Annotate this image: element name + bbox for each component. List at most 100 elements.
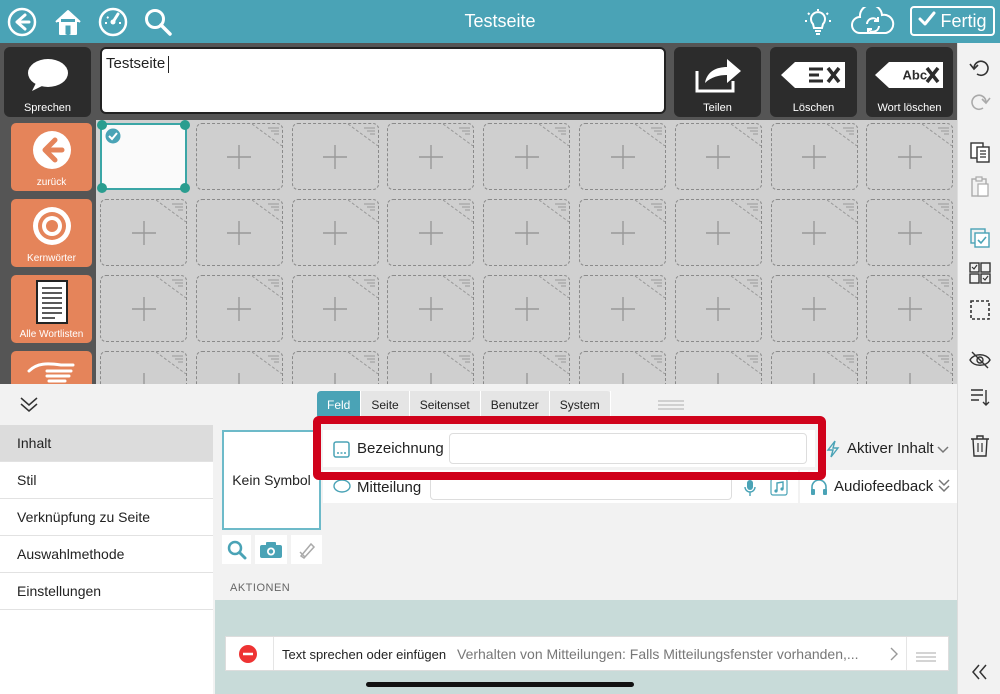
core-words-button[interactable]: Kernwörter: [11, 199, 92, 267]
delete-word-button[interactable]: Abc Wort löschen: [866, 47, 953, 117]
chevron-right-icon[interactable]: [890, 647, 898, 666]
empty-cell[interactable]: [100, 199, 187, 266]
message-bubble-icon: [333, 479, 351, 500]
empty-cell[interactable]: [483, 123, 571, 190]
empty-cell[interactable]: [674, 123, 762, 190]
audio-feedback-label[interactable]: Audiofeedback: [834, 478, 933, 495]
back-button-label: zurück: [36, 177, 67, 188]
editor-side-menu: Inhalt Stil Verknüpfung zu Seite Auswahl…: [0, 425, 213, 694]
resize-handle-top-left[interactable]: [97, 120, 107, 130]
redo-icon[interactable]: [968, 90, 992, 114]
empty-cell[interactable]: [866, 123, 954, 190]
empty-cell[interactable]: [387, 199, 475, 266]
empty-cell[interactable]: [100, 351, 187, 384]
empty-cell[interactable]: [291, 351, 379, 384]
marquee-select-icon[interactable]: [968, 298, 992, 322]
selected-cell[interactable]: [97, 120, 190, 193]
empty-cell[interactable]: [579, 123, 666, 190]
lightning-icon: [826, 440, 840, 463]
resize-handle-top-right[interactable]: [180, 120, 190, 130]
empty-cell[interactable]: [579, 275, 666, 342]
highlight-annotation: [313, 416, 826, 480]
side-menu-item-stil[interactable]: Stil: [0, 462, 213, 499]
tab-system[interactable]: System: [550, 391, 611, 419]
copy-icon[interactable]: [968, 140, 992, 164]
empty-cell[interactable]: [483, 275, 571, 342]
drag-handle-icon[interactable]: [658, 398, 684, 416]
top-bar: Testseite Fertig: [0, 0, 1000, 43]
tab-feld[interactable]: Feld: [317, 391, 362, 419]
empty-cell[interactable]: [195, 351, 283, 384]
delete-button[interactable]: Löschen: [770, 47, 857, 117]
empty-cell[interactable]: [770, 199, 858, 266]
hide-icon[interactable]: [968, 348, 992, 372]
side-menu-item-inhalt[interactable]: Inhalt: [0, 425, 213, 462]
lightbulb-icon[interactable]: [802, 6, 834, 38]
cloud-sync-icon[interactable]: [850, 6, 896, 38]
empty-cell[interactable]: [387, 275, 475, 342]
all-wordlists-button[interactable]: Alle Wortlisten: [11, 275, 92, 343]
empty-cell[interactable]: [387, 351, 475, 384]
side-menu-item-einstellungen[interactable]: Einstellungen: [0, 573, 213, 610]
speak-button[interactable]: Sprechen: [4, 47, 91, 117]
collapse-sidebar-icon[interactable]: [968, 660, 992, 684]
empty-cell[interactable]: [770, 351, 858, 384]
empty-cell[interactable]: [291, 275, 379, 342]
checkmark-icon: [918, 11, 936, 32]
actions-header: AKTIONEN: [230, 582, 291, 594]
empty-cell[interactable]: [770, 123, 858, 190]
done-button[interactable]: Fertig: [910, 6, 995, 36]
empty-cell[interactable]: [866, 275, 954, 342]
empty-cell[interactable]: [483, 351, 571, 384]
collapse-panel-icon[interactable]: [18, 394, 40, 419]
resize-handle-bottom-right[interactable]: [180, 183, 190, 193]
select-icon[interactable]: [968, 226, 992, 250]
delete-label: Löschen: [792, 102, 835, 114]
empty-cell[interactable]: [291, 123, 379, 190]
empty-cell[interactable]: [195, 123, 283, 190]
side-menu-item-auswahlmethode[interactable]: Auswahlmethode: [0, 536, 213, 573]
trash-icon[interactable]: [968, 434, 992, 458]
empty-cell[interactable]: [387, 123, 475, 190]
empty-cell[interactable]: [579, 351, 666, 384]
empty-cell[interactable]: [291, 199, 379, 266]
side-menu-item-verknuepfung[interactable]: Verknüpfung zu Seite: [0, 499, 213, 536]
empty-cell[interactable]: [483, 199, 571, 266]
microphone-icon[interactable]: [744, 479, 756, 502]
empty-cell[interactable]: [100, 275, 187, 342]
share-button[interactable]: Teilen: [674, 47, 761, 117]
empty-cell[interactable]: [770, 275, 858, 342]
resize-handle-bottom-left[interactable]: [97, 183, 107, 193]
back-button[interactable]: zurück: [11, 123, 92, 191]
multi-select-icon[interactable]: [968, 261, 992, 285]
empty-cell[interactable]: [674, 199, 762, 266]
hand-button[interactable]: [11, 351, 92, 384]
empty-cell[interactable]: [195, 275, 283, 342]
empty-cell[interactable]: [674, 275, 762, 342]
symbol-box[interactable]: Kein Symbol: [222, 430, 321, 530]
hand-icon: [27, 351, 77, 384]
reorder-handle-icon[interactable]: [916, 649, 936, 667]
editor-tabs: Feld Seite Seitenset Benutzer System: [317, 391, 611, 419]
remove-action-icon[interactable]: [238, 644, 258, 669]
message-window[interactable]: Testseite: [100, 47, 666, 114]
empty-cell[interactable]: [866, 199, 954, 266]
sort-icon[interactable]: [968, 385, 992, 409]
music-note-icon[interactable]: [770, 478, 788, 501]
chevron-down-icon[interactable]: [936, 442, 950, 460]
tab-benutzer[interactable]: Benutzer: [481, 391, 550, 419]
symbol-search-icon[interactable]: [222, 535, 251, 564]
action-row[interactable]: Text sprechen oder einfügen Verhalten vo…: [225, 636, 949, 671]
undo-icon[interactable]: [968, 56, 992, 80]
tab-seitenset[interactable]: Seitenset: [410, 391, 481, 419]
tab-seite[interactable]: Seite: [361, 391, 410, 419]
camera-icon[interactable]: [255, 535, 287, 564]
empty-cell[interactable]: [195, 199, 283, 266]
empty-cell[interactable]: [579, 199, 666, 266]
double-chevron-down-icon[interactable]: [937, 478, 951, 499]
empty-cell[interactable]: [674, 351, 762, 384]
paste-icon[interactable]: [968, 175, 992, 199]
active-content-label[interactable]: Aktiver Inhalt: [847, 440, 934, 457]
brush-icon[interactable]: [291, 535, 322, 564]
empty-cell[interactable]: [866, 351, 954, 384]
